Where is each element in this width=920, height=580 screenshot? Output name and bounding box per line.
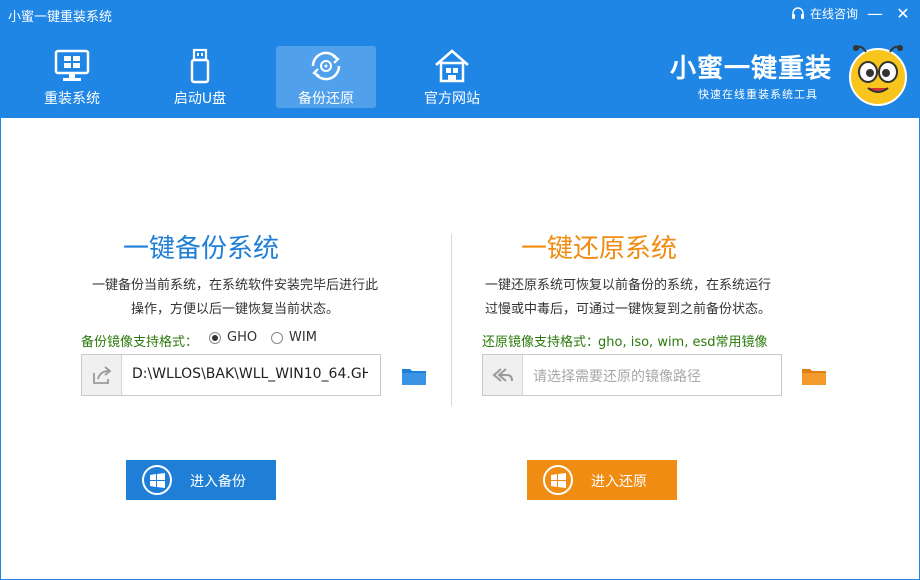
online-consult-link[interactable]: 在线咨询	[790, 5, 858, 22]
radio-wim-dot[interactable]	[271, 331, 283, 344]
enter-restore-button[interactable]: 进入还原	[527, 460, 677, 500]
folder-icon[interactable]	[801, 366, 827, 386]
restore-format-values: gho, iso, wim, esd常用镜像	[598, 335, 768, 350]
backup-restore-icon	[311, 51, 341, 81]
radio-gho-label: GHO	[227, 330, 258, 345]
usb-drive-icon	[190, 48, 210, 84]
radio-gho-dot[interactable]	[209, 331, 221, 344]
nav-backup-restore[interactable]: 备份还原	[276, 46, 376, 108]
radio-gho[interactable]: GHO	[209, 330, 257, 345]
online-consult-label: 在线咨询	[810, 7, 859, 21]
enter-backup-label: 进入备份	[190, 474, 246, 490]
nav-boot-usb-label: 启动U盘	[173, 91, 227, 107]
backup-title: 一键备份系统	[123, 234, 280, 264]
backup-format-label: 备份镜像支持格式：	[81, 335, 199, 350]
windows-logo-icon	[543, 465, 573, 495]
brand-name: 小蜜一键重装	[670, 54, 833, 84]
restore-path-placeholder[interactable]: 请选择需要还原的镜像路径	[533, 366, 701, 386]
enter-backup-button[interactable]: 进入备份	[126, 460, 276, 500]
restore-title: 一键还原系统	[521, 234, 678, 264]
backup-path-field[interactable]: D:\WLLOS\BAK\WLL_WIN10_64.GHO	[81, 354, 381, 396]
enter-restore-label: 进入还原	[591, 474, 647, 490]
nav-boot-usb[interactable]: 启动U盘	[150, 46, 250, 108]
radio-wim[interactable]: WIM	[271, 330, 317, 345]
headset-icon	[792, 6, 804, 19]
app-header: 小蜜一键重装系统 在线咨询 — ✕ 重装系统 启动U盘 备份还原 官方网站 小蜜…	[0, 0, 920, 118]
restore-desc-line1: 一键还原系统可恢复以前备份的系统，在系统运行	[485, 278, 772, 293]
restore-format-label: 还原镜像支持格式：	[482, 335, 600, 350]
nav-reinstall-label: 重装系统	[44, 91, 100, 107]
close-button[interactable]: ✕	[890, 2, 916, 26]
nav-reinstall-system[interactable]: 重装系统	[22, 46, 122, 108]
reply-arrow-icon	[483, 355, 523, 395]
backup-desc-line2: 操作，方便以后一键恢复当前状态。	[130, 302, 339, 317]
nav-official-site[interactable]: 官方网站	[402, 46, 502, 108]
share-arrow-icon	[82, 355, 122, 395]
house-icon	[435, 49, 469, 83]
monitor-grid-icon	[54, 49, 90, 81]
restore-path-field[interactable]: 请选择需要还原的镜像路径	[482, 354, 782, 396]
windows-logo-icon	[142, 465, 172, 495]
restore-desc-line2: 过慢或中毒后，可通过一键恢复到之前备份状态。	[485, 302, 772, 317]
restore-description: 一键还原系统可恢复以前备份的系统，在系统运行 过慢或中毒后，可通过一键恢复到之前…	[485, 274, 785, 322]
backup-path-value[interactable]: D:\WLLOS\BAK\WLL_WIN10_64.GHO	[132, 366, 368, 382]
nav-backup-restore-label: 备份还原	[298, 91, 354, 107]
bee-mascot-logo	[849, 45, 907, 106]
main-content: 一键备份系统 一键备份当前系统，在系统软件安装完毕后进行此 操作，方便以后一键恢…	[0, 118, 920, 580]
brand-slogan: 快速在线重装系统工具	[698, 88, 818, 101]
panel-divider	[451, 234, 452, 406]
radio-wim-label: WIM	[289, 330, 317, 345]
backup-description: 一键备份当前系统，在系统软件安装完毕后进行此 操作，方便以后一键恢复当前状态。	[85, 274, 385, 322]
folder-icon[interactable]	[401, 366, 427, 386]
nav-official-site-label: 官方网站	[424, 91, 480, 107]
backup-desc-line1: 一键备份当前系统，在系统软件安装完毕后进行此	[91, 278, 378, 293]
window-title: 小蜜一键重装系统	[8, 10, 113, 25]
minimize-button[interactable]: —	[862, 2, 888, 26]
